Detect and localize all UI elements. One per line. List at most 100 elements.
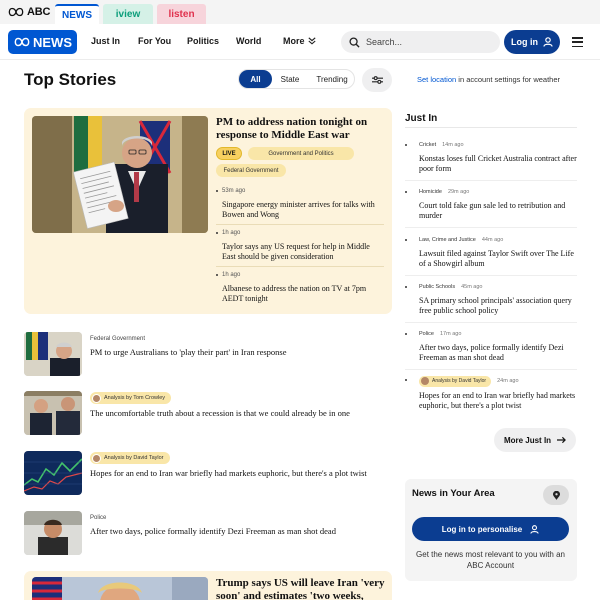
more-just-in-button[interactable]: More Just In bbox=[494, 428, 576, 452]
set-location-link[interactable]: Set location bbox=[417, 75, 456, 84]
just-in-item[interactable]: Police 17m ago After two days, police fo… bbox=[405, 329, 577, 363]
just-in-headline[interactable]: Court told fake gun sale led to retribut… bbox=[405, 201, 577, 221]
story-topic[interactable]: Police bbox=[90, 515, 106, 521]
weather-note: Set location in account settings for wea… bbox=[417, 75, 560, 84]
just-in-time: 17m ago bbox=[439, 331, 462, 337]
divider bbox=[216, 266, 384, 267]
more-just-in-label: More Just In bbox=[503, 435, 552, 445]
divider bbox=[405, 275, 577, 276]
story-headline[interactable]: The uncomfortable truth about a recessio… bbox=[90, 408, 390, 419]
area-title: News in Your Area bbox=[412, 488, 495, 499]
tab-listen[interactable]: listen bbox=[157, 4, 206, 24]
search-input[interactable]: Search... bbox=[341, 31, 500, 53]
area-description: Get the news most relevant to you with a… bbox=[416, 550, 565, 570]
nav-more-label: More bbox=[283, 36, 305, 46]
analysis-badge[interactable]: Analysis by Tom Crowley bbox=[90, 392, 172, 404]
news-logo-text: NEWS bbox=[33, 34, 72, 50]
topic-tag-federal[interactable]: Federal Government bbox=[216, 164, 286, 177]
story-headline[interactable]: Hopes for an end to Iran war briefly had… bbox=[90, 468, 390, 479]
nav-item-for-you[interactable]: For You bbox=[138, 36, 171, 46]
personalise-login-button[interactable]: Log in to personalise bbox=[412, 517, 569, 541]
story-item[interactable]: Analysis by Tom Crowley The uncomfortabl… bbox=[24, 391, 392, 435]
just-in-headline[interactable]: After two days, police formally identify… bbox=[405, 343, 577, 363]
main-nav: NEWS Just In For You Politics World More… bbox=[0, 24, 600, 60]
just-in-time: 24m ago bbox=[497, 378, 519, 384]
abc-logo[interactable]: ABC bbox=[8, 5, 50, 19]
hero-image[interactable] bbox=[32, 116, 208, 233]
nav-item-more[interactable]: More bbox=[283, 36, 316, 46]
divider bbox=[405, 322, 577, 323]
just-in-item[interactable]: Homicide 29m ago Court told fake gun sal… bbox=[405, 187, 577, 221]
author-avatar bbox=[92, 393, 101, 403]
login-button[interactable]: Log in bbox=[504, 30, 560, 54]
analysis-badge[interactable]: Analysis by David Taylor bbox=[90, 452, 170, 464]
just-in-meta: Analysis by David Taylor 24m ago bbox=[405, 375, 577, 387]
sub-story-headline[interactable]: Albanese to address the nation on TV at … bbox=[216, 284, 384, 304]
just-in-headline[interactable]: Hopes for an end to Iran war briefly had… bbox=[405, 391, 577, 411]
just-in-topic[interactable]: Law, Crime and Justice bbox=[419, 237, 476, 243]
story-thumbnail[interactable] bbox=[24, 511, 82, 555]
story-thumbnail[interactable] bbox=[24, 451, 82, 495]
story-photo bbox=[24, 451, 82, 495]
hero-story-card[interactable]: PM to address nation tonight on response… bbox=[24, 108, 392, 314]
just-in-item[interactable]: Analysis by David Taylor 24m ago Hopes f… bbox=[405, 375, 577, 411]
story-photo bbox=[24, 391, 82, 435]
filter-trending[interactable]: Trending bbox=[310, 70, 354, 88]
live-badge: LIVE bbox=[216, 147, 242, 160]
topic-tag-government[interactable]: Government and Politics bbox=[248, 147, 354, 160]
just-in-topic[interactable]: Police bbox=[419, 331, 434, 337]
feature-headline[interactable]: Trump says US will leave Iran 'very soon… bbox=[216, 577, 392, 600]
filter-all[interactable]: All bbox=[239, 70, 272, 88]
feature-image[interactable] bbox=[32, 577, 208, 600]
tab-iview[interactable]: iview bbox=[103, 4, 153, 24]
user-icon bbox=[543, 37, 553, 47]
story-topic[interactable]: Federal Government bbox=[90, 336, 145, 342]
just-in-headline[interactable]: SA primary school principals' associatio… bbox=[405, 296, 577, 316]
abc-news-logo[interactable]: NEWS bbox=[8, 30, 77, 54]
nav-item-politics[interactable]: Politics bbox=[187, 36, 219, 46]
story-filter-group: All State Trending bbox=[238, 69, 355, 89]
hero-headline[interactable]: PM to address nation tonight on response… bbox=[216, 116, 384, 142]
just-in-item[interactable]: Public Schools 45m ago SA primary school… bbox=[405, 282, 577, 316]
abc-lissajous-icon bbox=[14, 37, 30, 47]
analysis-badge[interactable]: Analysis by David Taylor bbox=[419, 375, 492, 387]
nav-item-just-in[interactable]: Just In bbox=[91, 36, 120, 46]
story-headline[interactable]: After two days, police formally identify… bbox=[90, 526, 390, 537]
personalise-label: Log in to personalise bbox=[441, 524, 523, 534]
divider bbox=[216, 224, 384, 225]
just-in-headline[interactable]: Lawsuit filed against Taylor Swift over … bbox=[405, 249, 577, 269]
just-in-topic[interactable]: Cricket bbox=[419, 142, 436, 148]
filter-settings-button[interactable] bbox=[362, 68, 392, 92]
hamburger-icon[interactable] bbox=[572, 37, 583, 47]
feature-photo bbox=[32, 577, 208, 600]
user-icon bbox=[530, 524, 539, 534]
feature-story-card[interactable]: Trump says US will leave Iran 'very soon… bbox=[24, 571, 392, 600]
just-in-topic[interactable]: Public Schools bbox=[419, 284, 455, 290]
sub-story-headline[interactable]: Taylor says any US request for help in M… bbox=[216, 242, 384, 262]
hero-sub-story[interactable]: 1h ago Albanese to address the nation on… bbox=[216, 272, 384, 304]
story-item[interactable]: Analysis by David Taylor Hopes for an en… bbox=[24, 451, 392, 495]
sub-story-headline[interactable]: Singapore energy minister arrives for ta… bbox=[216, 200, 384, 220]
sub-story-time: 1h ago bbox=[216, 230, 384, 236]
hero-sub-story[interactable]: 1h ago Taylor says any US request for he… bbox=[216, 230, 384, 262]
story-item[interactable]: Federal Government PM to urge Australian… bbox=[24, 332, 392, 376]
filter-state[interactable]: State bbox=[274, 70, 306, 88]
analysis-label: Analysis by David Taylor bbox=[104, 455, 164, 461]
story-thumbnail[interactable] bbox=[24, 391, 82, 435]
story-item[interactable]: Police After two days, police formally i… bbox=[24, 511, 392, 555]
hero-sub-story[interactable]: 53m ago Singapore energy minister arrive… bbox=[216, 188, 384, 220]
just-in-item[interactable]: Law, Crime and Justice 44m ago Lawsuit f… bbox=[405, 235, 577, 269]
just-in-time: 44m ago bbox=[481, 237, 504, 243]
author-avatar bbox=[421, 377, 429, 385]
nav-item-world[interactable]: World bbox=[236, 36, 261, 46]
set-location-button[interactable] bbox=[543, 485, 569, 505]
tab-news[interactable]: NEWS bbox=[55, 4, 99, 24]
search-icon bbox=[349, 36, 360, 48]
analysis-label: Analysis by David Taylor bbox=[432, 378, 487, 384]
just-in-meta: Cricket 14m ago bbox=[405, 140, 577, 150]
just-in-topic[interactable]: Homicide bbox=[419, 189, 442, 195]
story-headline[interactable]: PM to urge Australians to 'play their pa… bbox=[90, 347, 390, 358]
just-in-item[interactable]: Cricket 14m ago Konstas loses full Crick… bbox=[405, 140, 577, 174]
just-in-headline[interactable]: Konstas loses full Cricket Australia con… bbox=[405, 154, 577, 174]
story-thumbnail[interactable] bbox=[24, 332, 82, 376]
